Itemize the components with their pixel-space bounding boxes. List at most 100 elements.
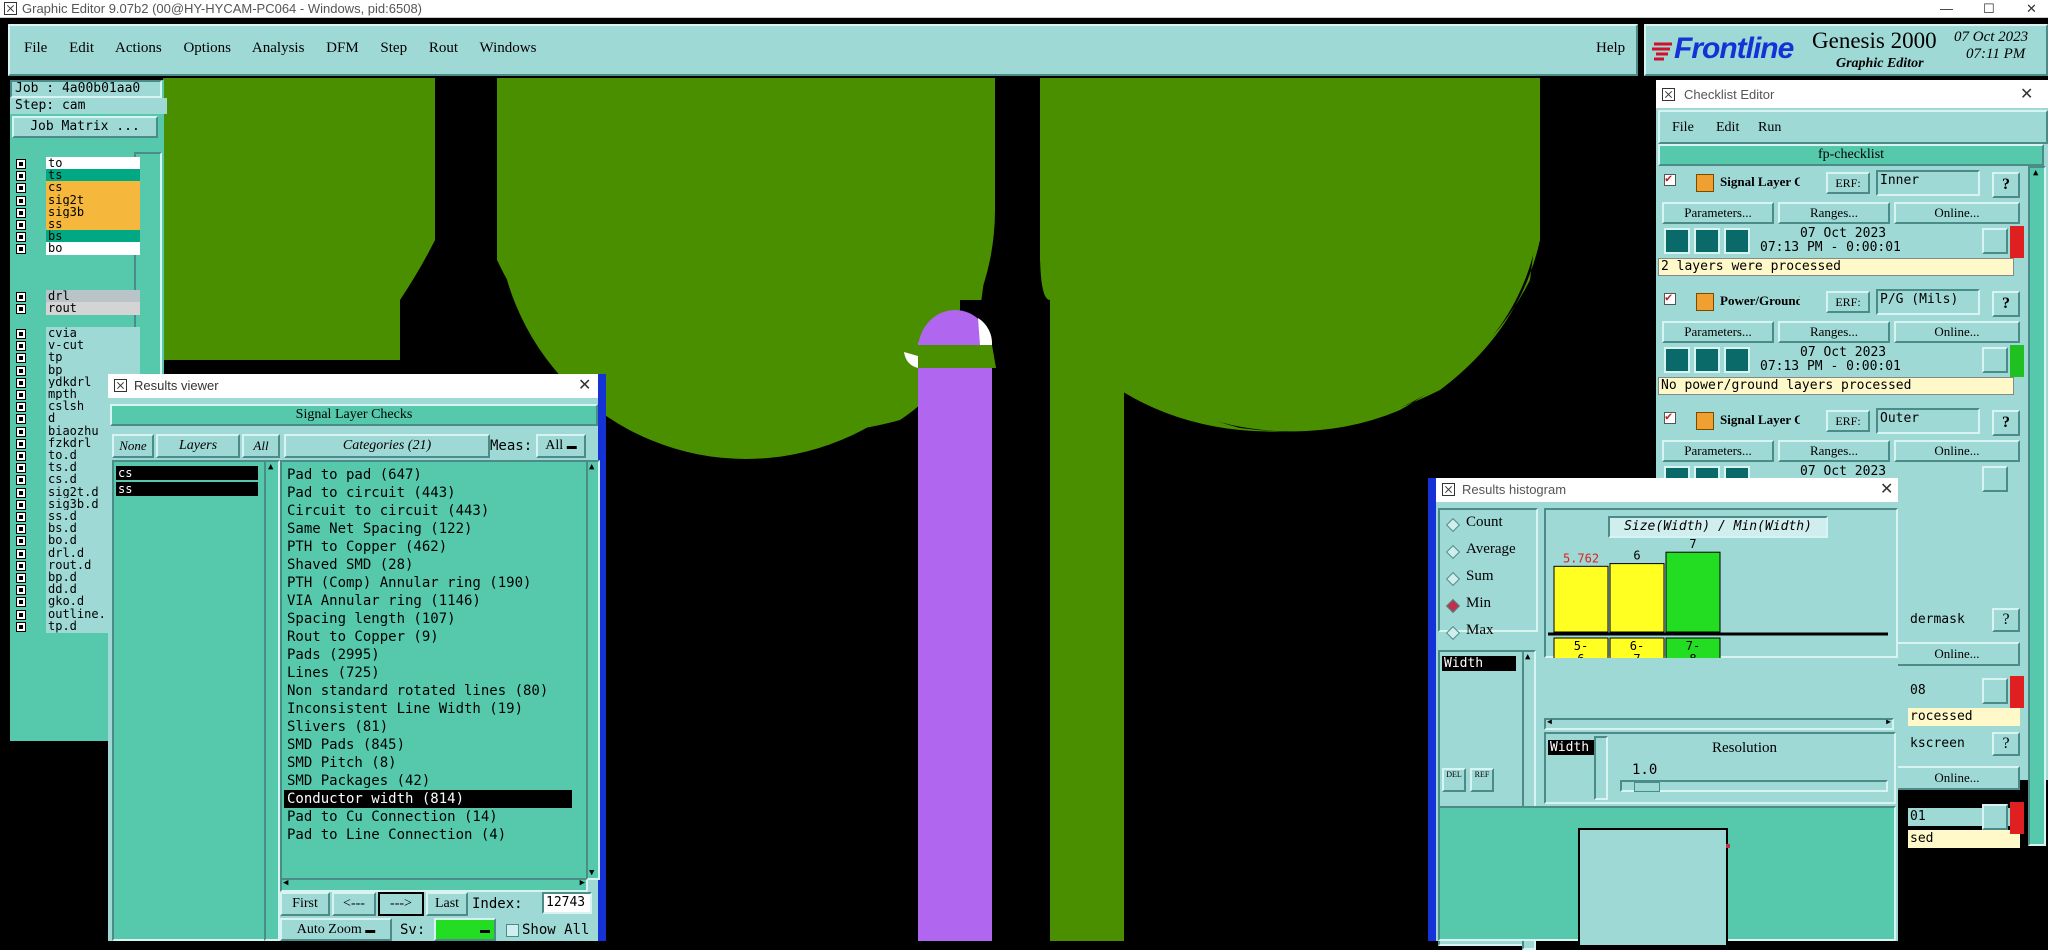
layer-checkbox[interactable] [16, 390, 26, 400]
layer-name[interactable]: tp [46, 351, 140, 365]
layers-list[interactable]: cs ss [112, 460, 268, 941]
layer-name[interactable]: rout [46, 302, 140, 316]
job-matrix-button[interactable]: Job Matrix ... [12, 116, 158, 138]
slider-thumb[interactable] [1634, 782, 1660, 792]
layer-checkbox[interactable] [16, 292, 26, 302]
online-button[interactable]: Online... [1894, 766, 2020, 790]
mode-radio[interactable] [1445, 517, 1461, 533]
prev-button[interactable]: <--- [332, 892, 376, 916]
checklist-menu-file[interactable]: File [1672, 120, 1694, 136]
scroll-up-icon[interactable]: ▲ [589, 462, 594, 472]
menu-options[interactable]: Options [183, 40, 231, 56]
scroll-up-icon[interactable]: ▲ [268, 462, 273, 472]
mode-label[interactable]: Max [1466, 622, 1494, 639]
histogram-titlebar[interactable]: Results histogram ✕ [1436, 478, 1898, 502]
menu-rout[interactable]: Rout [429, 40, 458, 56]
category-item[interactable]: SMD Pitch (8) [284, 754, 572, 772]
check-help-button[interactable]: ? [1992, 172, 2020, 198]
layer-checkbox[interactable] [16, 402, 26, 413]
layer-name[interactable]: ts [46, 169, 140, 183]
stop-icon[interactable] [1724, 228, 1750, 254]
category-item[interactable]: Pad to circuit (443) [284, 484, 572, 502]
run-icon[interactable] [1664, 228, 1690, 254]
layer-checkbox[interactable] [16, 597, 26, 608]
mode-label[interactable]: Min [1466, 595, 1491, 612]
layer-checkbox[interactable] [16, 560, 26, 571]
rv-layer-item[interactable]: cs [116, 466, 258, 480]
category-item[interactable]: Lines (725) [284, 664, 572, 682]
checklist-menu-edit[interactable]: Edit [1716, 120, 1739, 136]
online-button[interactable]: Online... [1894, 202, 2020, 224]
category-item[interactable]: SMD Pads (845) [284, 736, 572, 754]
checklist-scrollbar[interactable]: ▲ [2028, 166, 2046, 846]
del-button[interactable]: DEL [1442, 768, 1466, 792]
resolution-slider[interactable] [1620, 780, 1888, 792]
checklist-titlebar[interactable]: Checklist Editor ✕ [1656, 80, 2048, 108]
window-titlebar[interactable]: Graphic Editor 9.07b2 (00@HY-HYCAM-PC064… [0, 0, 2048, 18]
category-item[interactable]: SMD Packages (42) [284, 772, 572, 790]
scroll-up-icon[interactable]: ▲ [2033, 168, 2038, 178]
layer-name[interactable]: ss [46, 218, 140, 231]
mode-radio[interactable] [1445, 625, 1461, 641]
mode-radio[interactable] [1445, 598, 1461, 614]
layer-checkbox[interactable] [16, 463, 26, 474]
menu-dfm[interactable]: DFM [326, 40, 359, 56]
layer-name[interactable]: bs [46, 230, 140, 244]
zoom-icon[interactable] [1982, 678, 2008, 704]
categories-scrollbar[interactable]: ▲ ▼ [586, 460, 600, 880]
category-item[interactable]: Pad to Cu Connection (14) [284, 808, 572, 826]
categories-hscroll[interactable]: ◀ ▶ [280, 878, 588, 892]
erf-button[interactable]: ERF: [1826, 410, 1870, 432]
layer-checkbox[interactable] [16, 621, 26, 632]
layer-checkbox[interactable] [16, 232, 26, 243]
layer-checkbox[interactable] [16, 475, 26, 486]
layer-checkbox[interactable] [16, 585, 26, 596]
layer-name[interactable]: cs [46, 181, 140, 195]
layer-name[interactable]: v-cut [46, 339, 140, 353]
category-item[interactable]: PTH (Comp) Annular ring (190) [284, 574, 572, 592]
layer-name[interactable]: bo [46, 242, 140, 256]
category-item[interactable]: Non standard rotated lines (80) [284, 682, 572, 700]
mode-label[interactable]: Average [1466, 541, 1516, 558]
check-enable-checkbox[interactable] [1664, 409, 1676, 424]
layer-checkbox[interactable] [16, 353, 26, 364]
layer-checkbox[interactable] [16, 377, 26, 388]
mode-label[interactable]: Sum [1466, 568, 1494, 585]
histogram-bar[interactable] [1609, 563, 1665, 633]
category-item[interactable]: VIA Annular ring (1146) [284, 592, 572, 610]
layer-checkbox[interactable] [16, 573, 26, 583]
results-viewer-titlebar[interactable]: Results viewer ✕ [108, 374, 598, 398]
layers-scrollbar[interactable]: ▲ [264, 460, 280, 941]
zoom-icon[interactable] [1982, 347, 2008, 373]
layer-row[interactable]: bo [10, 242, 150, 256]
minimize-icon[interactable]: — [1940, 0, 1953, 17]
parameters-button[interactable]: Parameters... [1662, 202, 1774, 224]
layer-checkbox[interactable] [16, 499, 26, 510]
erf-value[interactable]: P/G (Mils) [1876, 289, 1980, 315]
category-item[interactable]: Pads (2995) [284, 646, 572, 664]
layer-name[interactable]: sig2t [46, 193, 140, 207]
scroll-right-icon[interactable]: ▶ [580, 878, 585, 888]
layer-name[interactable]: sig3b [46, 205, 140, 219]
layer-checkbox[interactable] [16, 244, 26, 255]
menu-file[interactable]: File [24, 40, 47, 56]
none-button[interactable]: None [112, 434, 154, 458]
chart-hscroll[interactable]: ◀ ▶ [1544, 717, 1894, 730]
zoom-icon[interactable] [1982, 228, 2008, 254]
layers-button[interactable]: Layers [156, 434, 240, 458]
menu-edit[interactable]: Edit [69, 40, 94, 56]
layer-checkbox[interactable] [16, 304, 26, 315]
scroll-left-icon[interactable]: ◀ [1547, 717, 1552, 726]
close-icon[interactable]: ✕ [1880, 479, 1893, 499]
last-button[interactable]: Last [426, 892, 468, 916]
rv-layer-item[interactable]: ss [116, 482, 258, 496]
category-item[interactable]: Same Net Spacing (122) [284, 520, 572, 538]
layer-checkbox[interactable] [16, 414, 26, 425]
layer-checkbox[interactable] [16, 329, 26, 339]
mode-radio[interactable] [1445, 571, 1461, 587]
layer-checkbox[interactable] [16, 183, 26, 194]
menu-step[interactable]: Step [380, 40, 407, 56]
sv-color-dropdown[interactable]: ▬ [434, 918, 496, 941]
category-item[interactable]: PTH to Copper (462) [284, 538, 572, 556]
histogram-bar[interactable] [1553, 565, 1609, 633]
